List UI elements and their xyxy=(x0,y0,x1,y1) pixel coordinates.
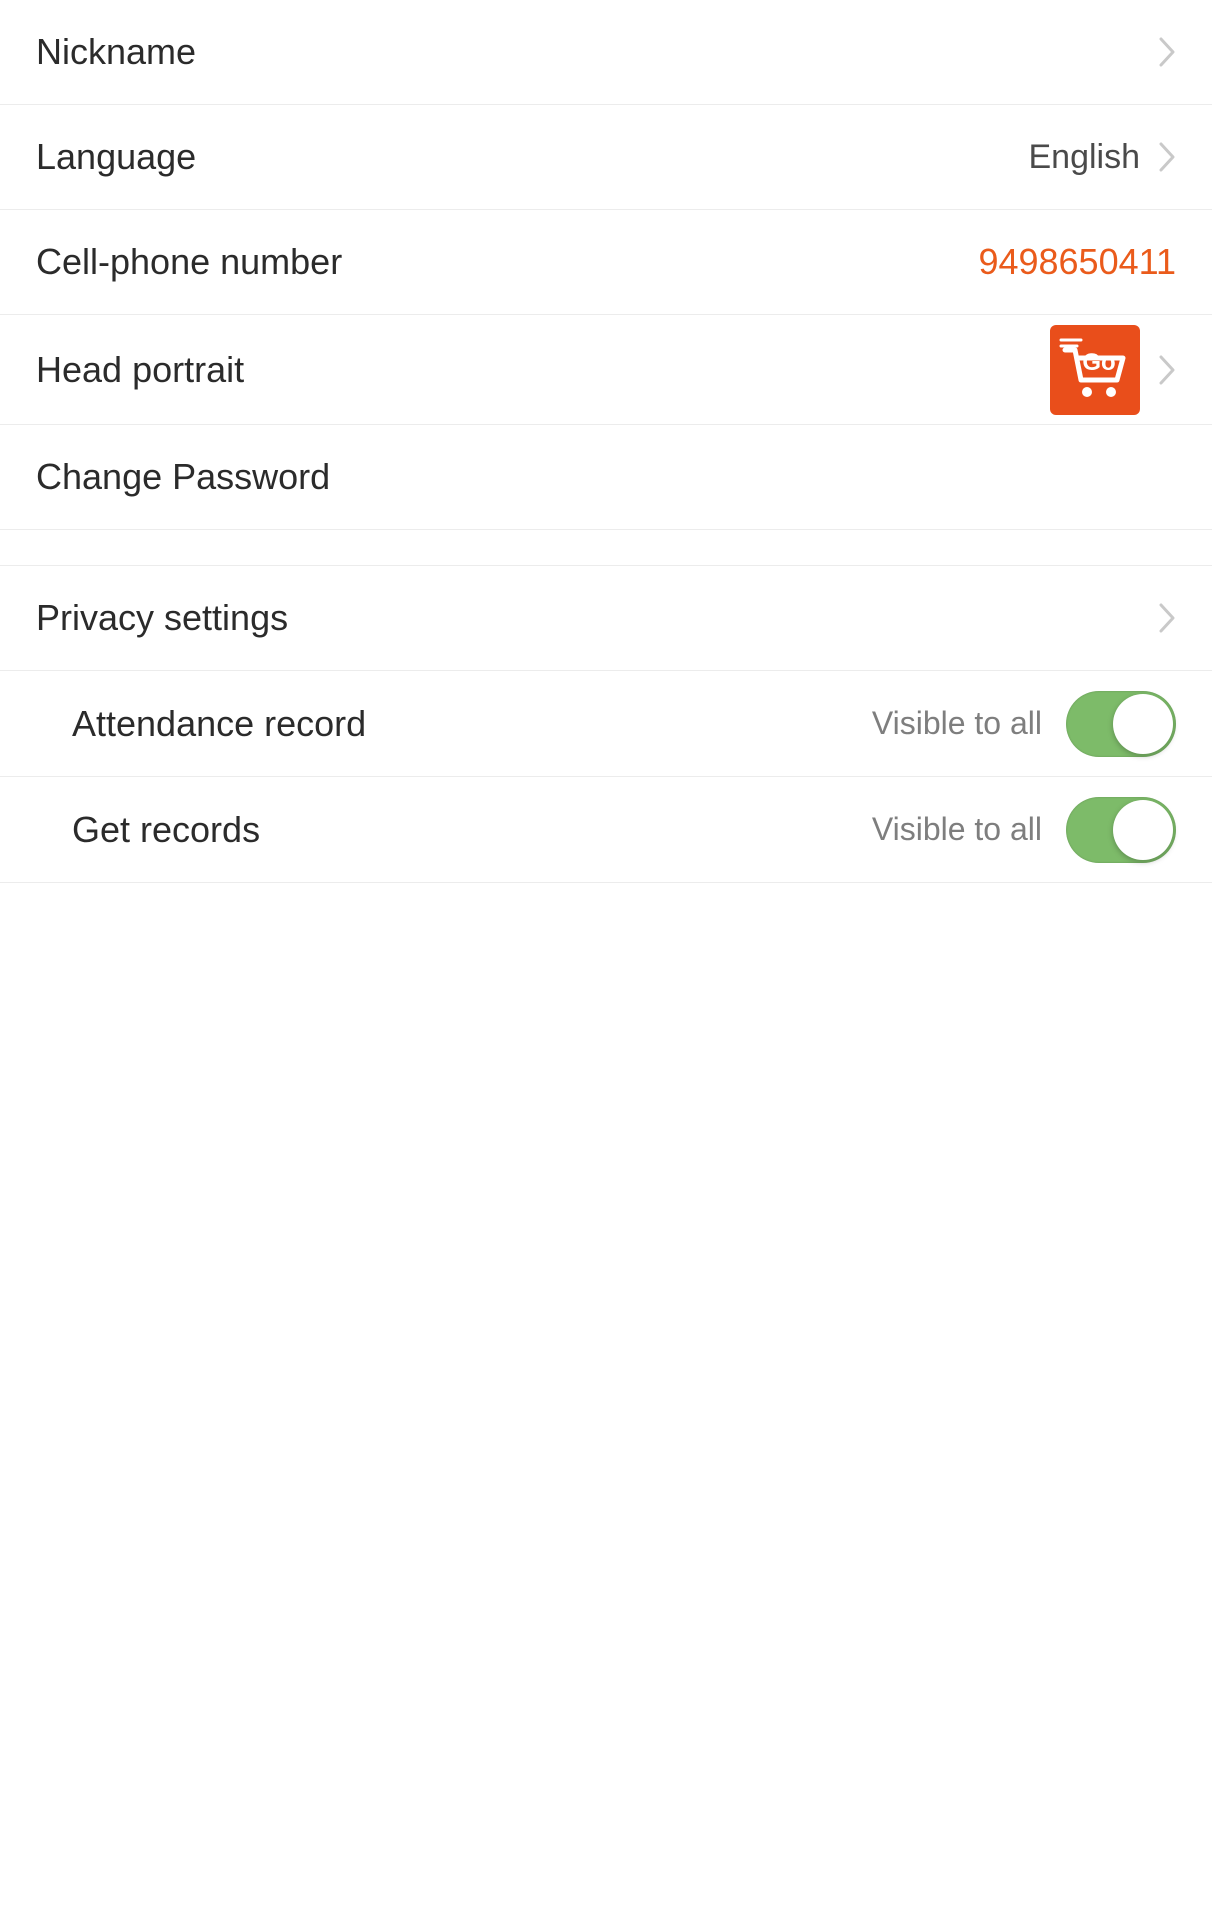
get-records-row: Get records Visible to all xyxy=(0,777,1212,883)
phone-value: 9498650411 xyxy=(978,241,1176,283)
change-password-row[interactable]: Change Password xyxy=(0,425,1212,530)
phone-row[interactable]: Cell-phone number 9498650411 xyxy=(0,210,1212,315)
portrait-label: Head portrait xyxy=(36,349,244,391)
language-row[interactable]: Language English xyxy=(0,105,1212,210)
change-password-label: Change Password xyxy=(36,456,330,498)
nickname-row[interactable]: Nickname xyxy=(0,0,1212,105)
get-records-status: Visible to all xyxy=(872,811,1042,848)
chevron-right-icon xyxy=(1158,142,1176,172)
language-label: Language xyxy=(36,136,196,178)
chevron-right-icon xyxy=(1158,603,1176,633)
chevron-right-icon xyxy=(1158,355,1176,385)
portrait-row[interactable]: Head portrait Go xyxy=(0,315,1212,425)
empty-space xyxy=(0,883,1212,1912)
nickname-label: Nickname xyxy=(36,31,196,73)
svg-text:Go: Go xyxy=(1082,349,1115,376)
toggle-knob xyxy=(1113,800,1173,860)
privacy-settings-label: Privacy settings xyxy=(36,597,288,639)
section-gap xyxy=(0,530,1212,566)
attendance-record-toggle[interactable] xyxy=(1066,691,1176,757)
get-records-label: Get records xyxy=(72,809,260,851)
privacy-settings-row[interactable]: Privacy settings xyxy=(0,566,1212,671)
avatar: Go xyxy=(1050,325,1140,415)
settings-screen: Nickname Language English Cell-phone num… xyxy=(0,0,1212,1912)
get-records-toggle[interactable] xyxy=(1066,797,1176,863)
attendance-record-row: Attendance record Visible to all xyxy=(0,671,1212,777)
phone-label: Cell-phone number xyxy=(36,241,342,283)
go-cart-icon: Go xyxy=(1055,330,1135,410)
attendance-record-label: Attendance record xyxy=(72,703,366,745)
chevron-right-icon xyxy=(1158,37,1176,67)
language-value: English xyxy=(1028,138,1140,177)
attendance-record-status: Visible to all xyxy=(872,705,1042,742)
toggle-knob xyxy=(1113,694,1173,754)
